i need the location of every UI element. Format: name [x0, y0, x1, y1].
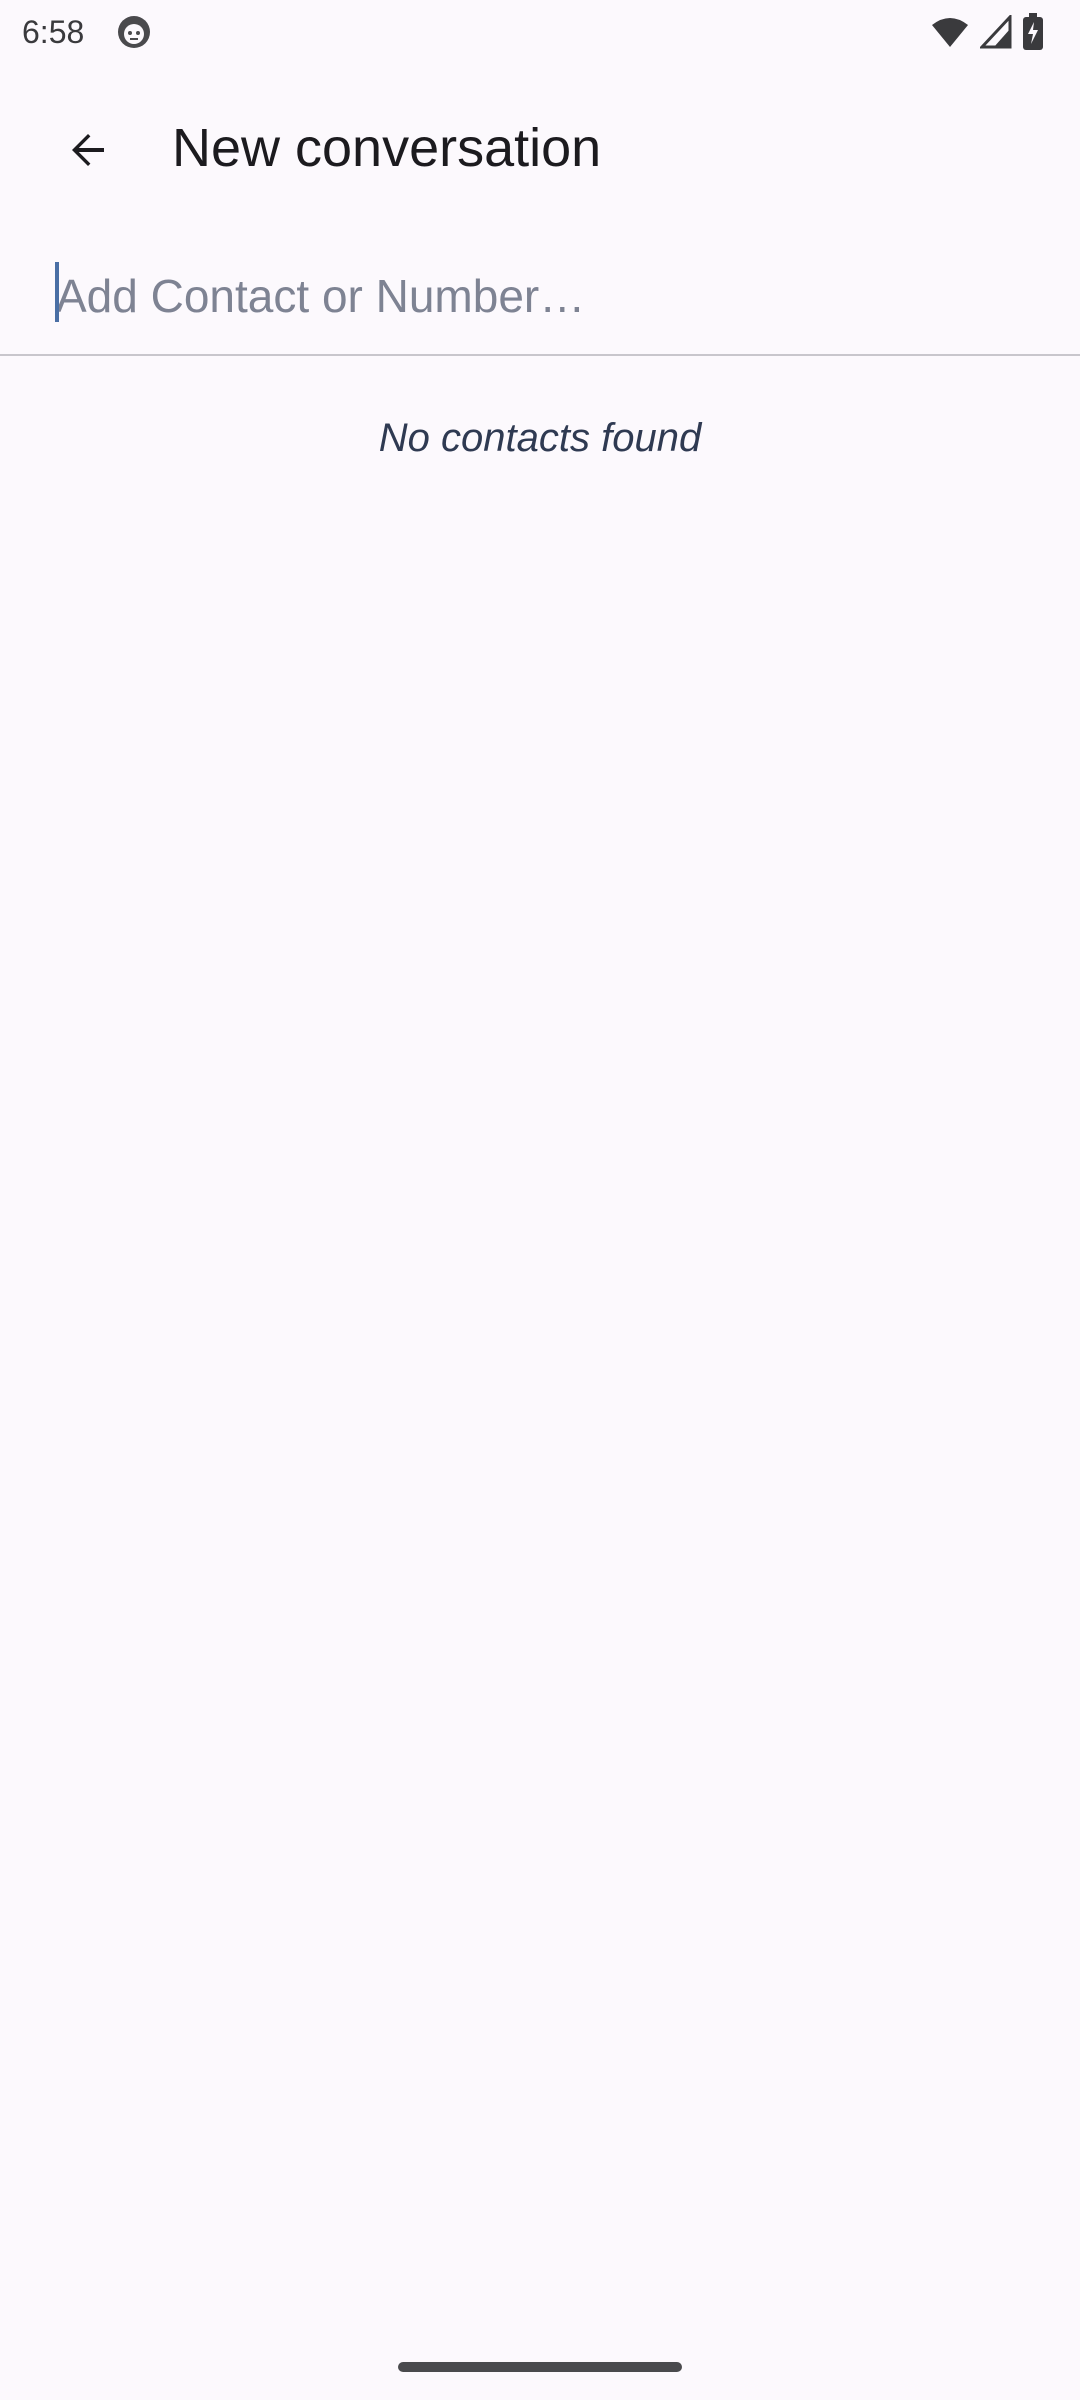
- page-title: New conversation: [172, 118, 602, 178]
- top-app-bar: New conversation: [0, 84, 1080, 212]
- gesture-navigation-handle[interactable]: [398, 2362, 682, 2372]
- contact-search-input[interactable]: [56, 264, 1036, 328]
- battery-charging-icon: [1022, 13, 1044, 51]
- arrow-back-icon: [64, 126, 112, 179]
- cellular-signal-icon: [980, 15, 1012, 49]
- status-icons: [930, 12, 1044, 52]
- status-bar: 6:58: [0, 0, 1080, 64]
- text-cursor: [55, 262, 59, 322]
- empty-state-message: No contacts found: [378, 416, 702, 460]
- back-button[interactable]: [40, 104, 136, 200]
- wifi-icon: [930, 15, 970, 49]
- recipient-field: [0, 236, 1080, 356]
- status-time: 6:58: [22, 14, 85, 50]
- app-notification-icon: [116, 14, 152, 50]
